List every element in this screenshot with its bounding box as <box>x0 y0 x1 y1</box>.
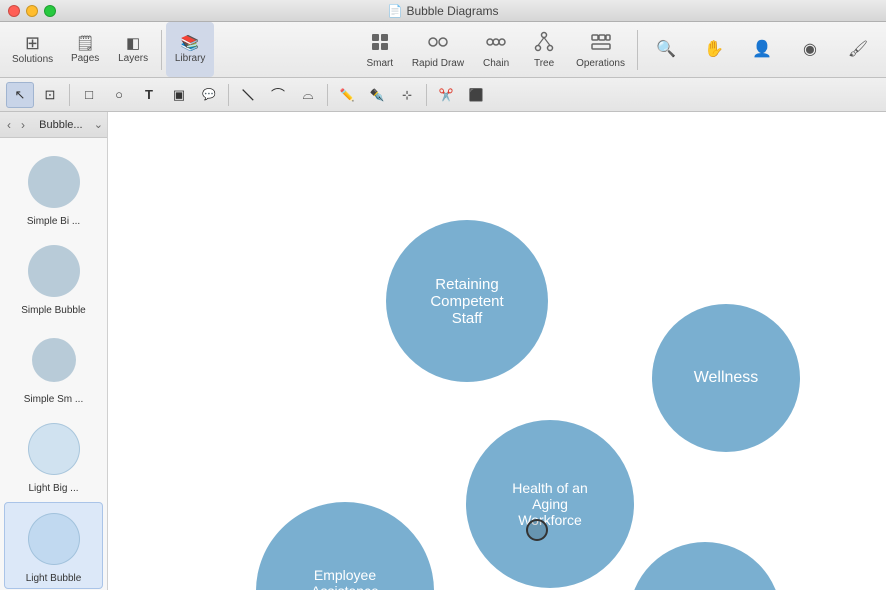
light-bubble-shape <box>22 507 86 571</box>
bubble-health[interactable]: Health of anAgingWorkforce <box>466 420 634 588</box>
simple-sm-label: Simple Sm ... <box>24 394 83 405</box>
sidebar-item-simple-bi[interactable]: Simple Bi ... <box>4 146 103 231</box>
textbox-tool[interactable]: ▣ <box>165 82 193 108</box>
scissors-tool[interactable]: ✂️ <box>432 82 460 108</box>
pen-tool[interactable]: ✒️ <box>363 82 391 108</box>
tool-strip: ↖ ⊡ □ ○ T ▣ 💬 | ⌒ ⌓ ✏️ ✒️ ⊹ ✂️ ⬛ <box>0 78 886 112</box>
arc-tool[interactable]: ⌓ <box>294 82 322 108</box>
document-icon: 📄 <box>388 4 403 18</box>
library-button[interactable]: 📚 Library <box>166 22 214 77</box>
connector-tool[interactable]: ⊹ <box>393 82 421 108</box>
sidebar-item-simple-sm[interactable]: Simple Sm ... <box>4 324 103 409</box>
smart-icon <box>369 31 391 56</box>
chain-icon <box>485 31 507 56</box>
library-icon: 📚 <box>181 36 200 51</box>
sidebar-item-simple-bubble[interactable]: Simple Bubble <box>4 235 103 320</box>
sidebar-item-light-big[interactable]: Light Big ... <box>4 413 103 498</box>
light-big-label: Light Big ... <box>28 483 78 494</box>
simple-bubble-label: Simple Bubble <box>21 305 85 316</box>
node2-button[interactable]: ◉ <box>786 22 834 77</box>
tool-sep-1 <box>69 84 70 106</box>
solutions-button[interactable]: ⊞ Solutions <box>4 22 61 77</box>
select-tool[interactable]: ↖ <box>6 82 34 108</box>
callout-tool[interactable]: 💬 <box>195 82 223 108</box>
pan-button[interactable]: ✋ <box>690 22 738 77</box>
tree-icon <box>533 31 555 56</box>
titlebar: 📄 Bubble Diagrams <box>0 0 886 22</box>
subselect-tool[interactable]: ⊡ <box>36 82 64 108</box>
stamp-tool[interactable]: ⬛ <box>462 82 490 108</box>
pages-icon: 🗒 <box>76 36 95 51</box>
sidebar-items: Simple Bi ... Simple Bubble Simple Sm ..… <box>0 138 107 590</box>
pages-button[interactable]: 🗒 Pages <box>61 22 109 77</box>
simple-bi-label: Simple Bi ... <box>27 216 80 227</box>
tree-button[interactable]: Tree <box>520 22 568 77</box>
search-zoom-icon: 🔍 <box>656 42 676 58</box>
tool-sep-3 <box>327 84 328 106</box>
bubble-employee[interactable]: EmployeeAssistanceProgram <box>256 502 434 590</box>
nav-forward[interactable]: › <box>18 117 28 133</box>
main-toolbar: ⊞ Solutions 🗒 Pages ◧ Layers 📚 Library S… <box>0 22 886 78</box>
canvas[interactable]: RetainingCompetentStaff Wellness Health … <box>108 112 886 590</box>
window-title: 📄 Bubble Diagrams <box>388 4 499 18</box>
bubble-medical[interactable]: MedicalCare <box>629 542 781 590</box>
solutions-icon: ⊞ <box>25 34 40 52</box>
node2-icon: ◉ <box>803 42 817 58</box>
user2-button[interactable]: 👤 <box>738 22 786 77</box>
bubble-wellness[interactable]: Wellness <box>652 304 800 452</box>
separator-1 <box>161 30 162 70</box>
pan-icon: ✋ <box>704 42 724 58</box>
paint2-button[interactable]: 🖌 <box>834 22 882 77</box>
search-zoom-button[interactable]: 🔍 <box>642 22 690 77</box>
close-button[interactable] <box>8 5 20 17</box>
text-tool[interactable]: T <box>135 82 163 108</box>
light-bubble-label: Light Bubble <box>26 573 82 584</box>
rapid-draw-button[interactable]: Rapid Draw <box>404 22 472 77</box>
operations-button[interactable]: Operations <box>568 22 633 77</box>
simple-bi-shape <box>22 150 86 214</box>
smart-button[interactable]: Smart <box>356 22 404 77</box>
window-controls[interactable] <box>8 5 56 17</box>
minimize-button[interactable] <box>26 5 38 17</box>
main-layout: ‹ › Bubble... ⌄ Simple Bi ... Simple Bub… <box>0 112 886 590</box>
operations-icon <box>590 31 612 56</box>
nav-current: Bubble... <box>32 119 90 131</box>
separator-2 <box>637 30 638 70</box>
bubble-retaining[interactable]: RetainingCompetentStaff <box>386 220 548 382</box>
simple-bubble-shape <box>22 239 86 303</box>
nav-back[interactable]: ‹ <box>4 117 14 133</box>
line-tool[interactable]: | <box>229 75 267 113</box>
user2-icon: 👤 <box>752 42 772 58</box>
layers-button[interactable]: ◧ Layers <box>109 22 157 77</box>
chain-button[interactable]: Chain <box>472 22 520 77</box>
maximize-button[interactable] <box>44 5 56 17</box>
light-big-shape <box>22 417 86 481</box>
rect-tool[interactable]: □ <box>75 82 103 108</box>
rapid-draw-icon <box>427 31 449 56</box>
layers-icon: ◧ <box>126 36 140 51</box>
simple-sm-shape <box>22 328 86 392</box>
sidebar-nav: ‹ › Bubble... ⌄ <box>0 112 107 138</box>
sidebar: ‹ › Bubble... ⌄ Simple Bi ... Simple Bub… <box>0 112 108 590</box>
ellipse-tool[interactable]: ○ <box>105 82 133 108</box>
paint2-icon: 🖌 <box>848 42 868 58</box>
pencil-tool[interactable]: ✏️ <box>333 82 361 108</box>
curve-tool[interactable]: ⌒ <box>264 82 292 108</box>
nav-chevron-icon[interactable]: ⌄ <box>94 118 103 131</box>
sidebar-item-light-bubble[interactable]: Light Bubble <box>4 502 103 589</box>
tool-sep-4 <box>426 84 427 106</box>
